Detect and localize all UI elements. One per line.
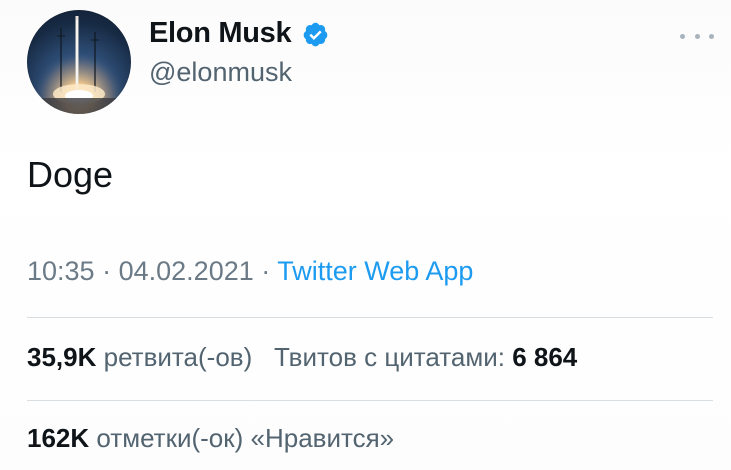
meta-separator: · xyxy=(261,256,271,286)
author-name[interactable]: Elon Musk xyxy=(149,17,292,50)
meta-separator: · xyxy=(102,256,112,286)
quote-tweets-stat[interactable]: Твитов с цитатами: 6 864 xyxy=(274,342,577,372)
likes-count: 162K xyxy=(27,423,90,453)
ellipsis-icon xyxy=(694,33,700,39)
quote-tweets-label: Твитов с цитатами: xyxy=(273,342,505,372)
divider xyxy=(27,400,713,401)
verified-badge-icon xyxy=(303,22,328,47)
tweet-meta: 10:35 · 04.02.2021 · Twitter Web App xyxy=(27,256,473,287)
tweet-source-link[interactable]: Twitter Web App xyxy=(277,256,473,286)
more-options-button[interactable] xyxy=(680,24,714,48)
quote-tweets-count: 6 864 xyxy=(512,342,578,372)
tweet-text: Doge xyxy=(27,154,114,195)
retweets-count: 35,9K xyxy=(27,342,97,372)
retweets-label: ретвита(-ов) xyxy=(103,342,253,372)
ellipsis-icon xyxy=(680,33,685,39)
tweet-time[interactable]: 10:35 xyxy=(27,256,95,286)
retweets-stat[interactable]: 35,9K ретвита(-ов) xyxy=(27,342,259,372)
stats-row-likes: 162K отметки(-ок) «Нравится» xyxy=(27,423,394,454)
author-handle[interactable]: @elonmusk xyxy=(149,57,292,88)
stats-row-retweets: 35,9K ретвита(-ов) Твитов с цитатами: 6 … xyxy=(27,342,577,373)
tweet-card: Elon Musk @elonmusk Doge 10:35 · 04.02.2… xyxy=(0,0,731,470)
divider xyxy=(27,317,713,318)
likes-stat[interactable]: 162K отметки(-ок) «Нравится» xyxy=(27,423,394,453)
likes-label: отметки(-ок) «Нравится» xyxy=(96,423,395,453)
tweet-date[interactable]: 04.02.2021 xyxy=(119,256,254,286)
ellipsis-icon xyxy=(709,33,714,39)
rocket-launch-avatar-icon xyxy=(27,10,131,114)
avatar[interactable] xyxy=(27,10,131,114)
